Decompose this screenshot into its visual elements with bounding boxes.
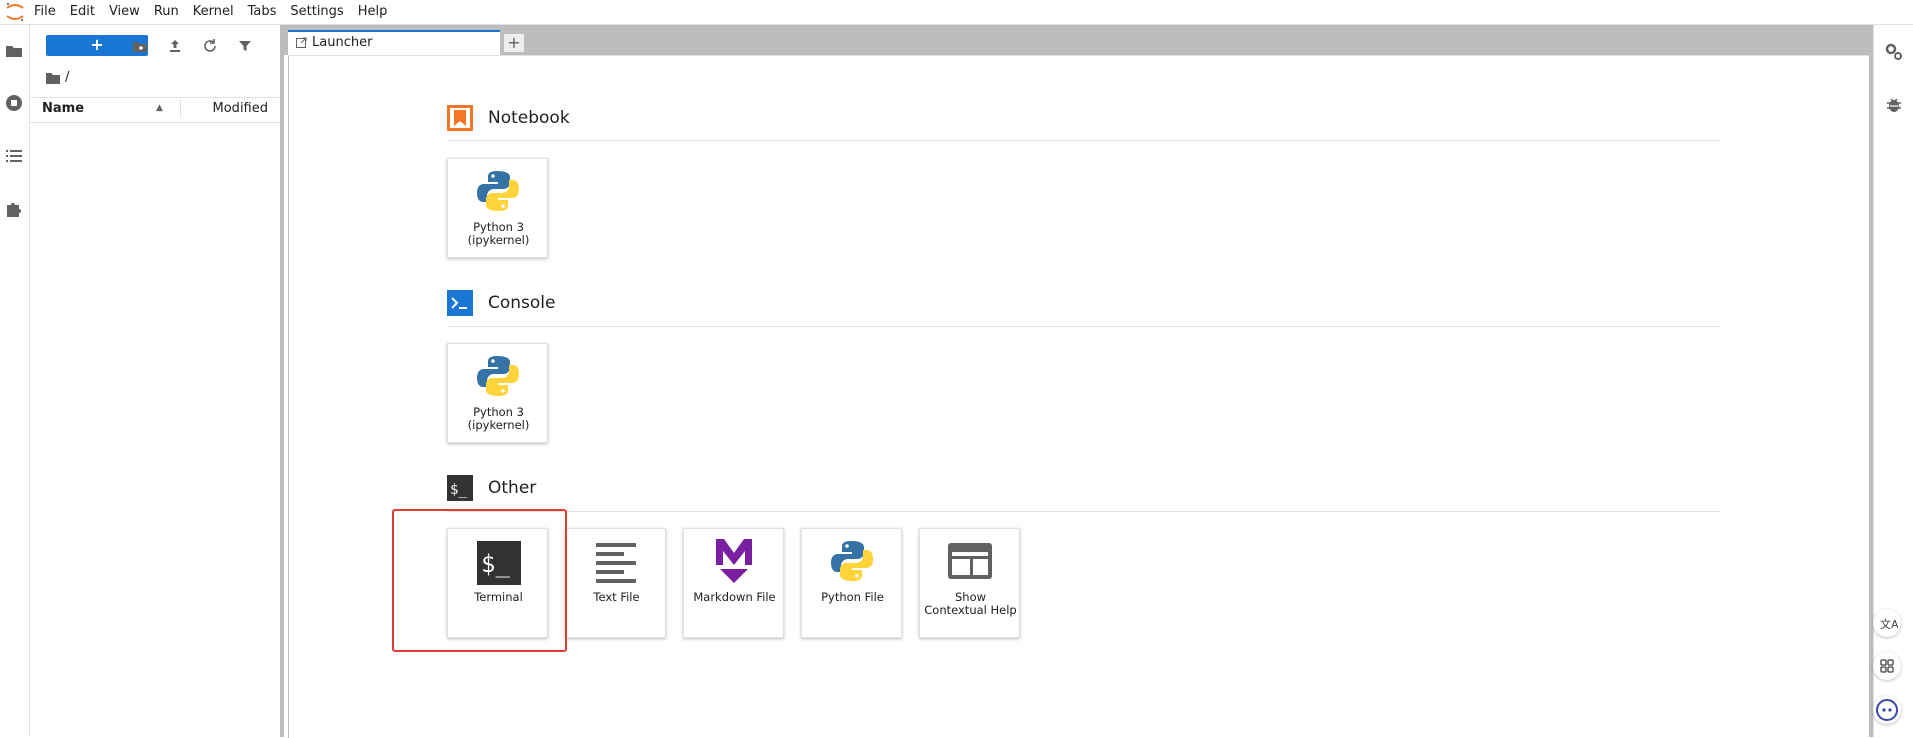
menu-kernel[interactable]: Kernel	[186, 0, 241, 24]
section-title-other: Other	[488, 478, 537, 498]
terminal-section-icon: $_	[447, 475, 473, 501]
extension-icon[interactable]	[4, 199, 24, 219]
python-icon	[474, 167, 522, 215]
menu-help[interactable]: Help	[351, 0, 395, 24]
svg-text:文A: 文A	[1880, 617, 1899, 631]
running-icon[interactable]	[4, 93, 24, 113]
section-divider	[447, 511, 1720, 512]
folder-icon[interactable]	[4, 41, 24, 61]
breadcrumb-folder-icon	[46, 72, 60, 84]
tab-launcher[interactable]: Launcher	[288, 30, 500, 55]
translate-icon[interactable]: 文A	[1873, 609, 1901, 637]
breadcrumb[interactable]: /	[46, 70, 69, 85]
menu-edit[interactable]: Edit	[63, 0, 102, 24]
menu-view[interactable]: View	[102, 0, 147, 24]
upload-icon[interactable]	[166, 37, 184, 55]
section-title-notebook: Notebook	[488, 108, 570, 128]
debugger-icon[interactable]	[1884, 95, 1904, 115]
card-label: Markdown File	[693, 590, 776, 604]
card-label: Python 3 (ipykernel)	[467, 405, 530, 432]
file-list-header: Name ▲ Modified	[30, 97, 280, 123]
menu-file[interactable]: File	[27, 0, 63, 24]
menu-bar: File Edit View Run Kernel Tabs Settings …	[0, 0, 1913, 25]
card-text-file[interactable]: Text File	[565, 528, 666, 638]
python-icon	[474, 352, 522, 400]
breadcrumb-root[interactable]: /	[65, 70, 69, 85]
left-sidebar	[0, 25, 30, 737]
card-markdown-file[interactable]: Markdown File	[683, 528, 784, 638]
section-divider	[447, 140, 1720, 141]
menu-run[interactable]: Run	[147, 0, 186, 24]
file-browser: + / Name ▲ Modified	[30, 25, 280, 737]
menu-settings[interactable]: Settings	[283, 0, 350, 24]
assistant-icon[interactable]	[1873, 696, 1901, 724]
new-tab-button[interactable]: +	[503, 33, 525, 53]
svg-text:$_: $_	[450, 482, 467, 498]
sort-ascending-icon[interactable]: ▲	[156, 103, 163, 113]
column-name[interactable]: Name	[42, 101, 84, 116]
column-divider[interactable]	[180, 100, 181, 118]
card-label: Python File	[821, 590, 884, 604]
column-modified[interactable]: Modified	[213, 101, 268, 116]
file-browser-toolbar: +	[30, 35, 280, 63]
apps-grid-icon[interactable]	[1873, 652, 1901, 680]
notebook-icon	[447, 105, 473, 131]
section-title-console: Console	[488, 293, 556, 313]
card-console-python3[interactable]: Python 3 (ipykernel)	[447, 343, 548, 443]
new-folder-icon[interactable]	[131, 37, 149, 55]
tab-bar: Launcher +	[284, 25, 1873, 55]
filter-icon[interactable]	[236, 37, 254, 55]
text-file-icon	[592, 537, 640, 585]
jupyter-logo-icon	[3, 0, 27, 24]
terminal-highlight-box	[392, 509, 567, 652]
tab-launcher-label: Launcher	[312, 35, 373, 50]
markdown-icon	[710, 537, 758, 585]
python-icon	[828, 537, 876, 585]
property-inspector-icon[interactable]	[1884, 42, 1904, 62]
menu-tabs[interactable]: Tabs	[241, 0, 284, 24]
section-divider	[447, 326, 1720, 327]
refresh-icon[interactable]	[201, 37, 219, 55]
card-label: Show Contextual Help	[924, 590, 1017, 617]
card-label: Text File	[593, 590, 640, 604]
card-python-file[interactable]: Python File	[801, 528, 902, 638]
console-icon	[447, 290, 473, 316]
sidebar-splitter[interactable]	[280, 25, 284, 737]
toc-icon[interactable]	[4, 146, 24, 166]
card-contextual-help[interactable]: Show Contextual Help	[919, 528, 1020, 638]
contextual-help-icon	[946, 537, 994, 585]
card-label: Python 3 (ipykernel)	[467, 220, 530, 247]
card-notebook-python3[interactable]: Python 3 (ipykernel)	[447, 158, 548, 258]
launcher-tab-icon	[296, 37, 307, 48]
